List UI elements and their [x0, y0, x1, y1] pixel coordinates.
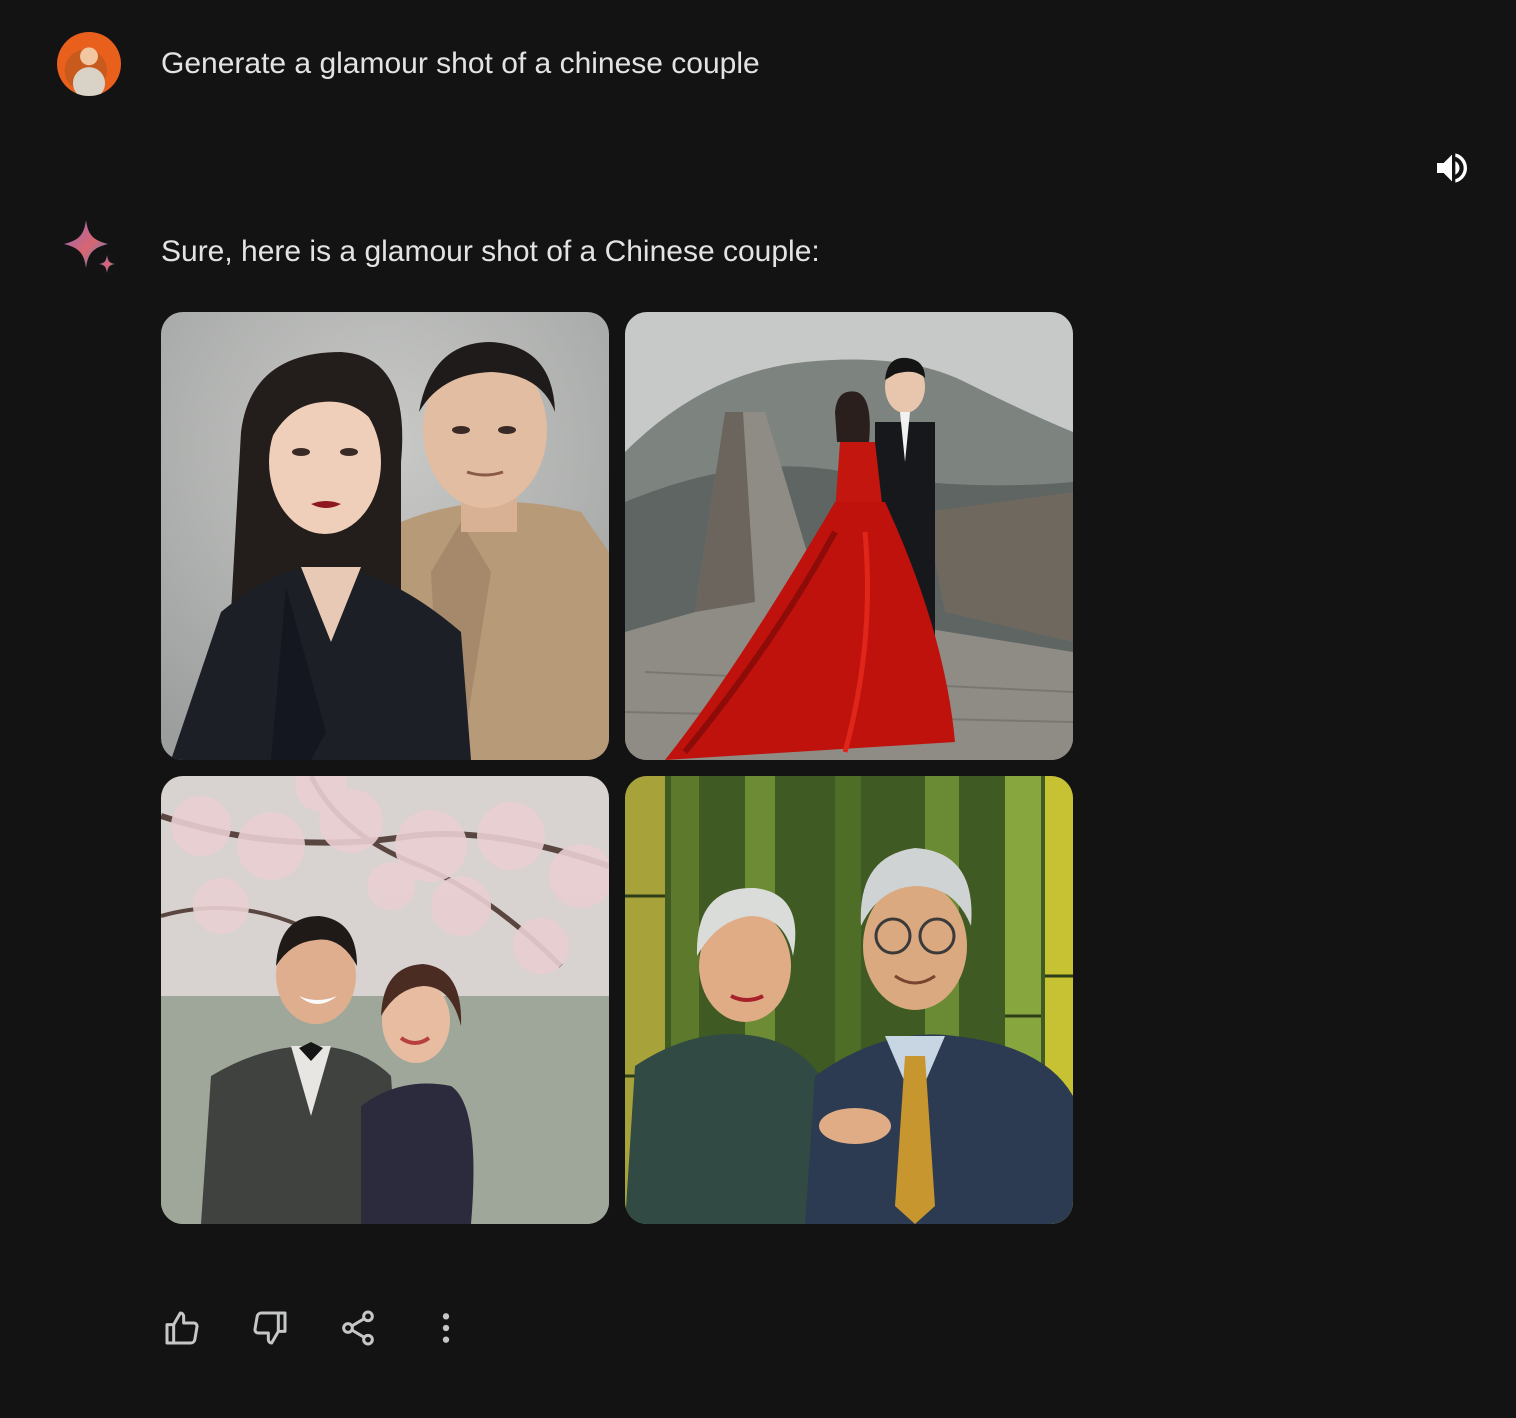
image-bamboo-couple [625, 776, 1073, 1224]
thumb-up-button[interactable] [156, 1302, 208, 1354]
chat-page: Generate a glamour shot of a chinese cou… [0, 0, 1516, 1418]
thumb-down-icon [253, 1311, 287, 1345]
image-great-wall-couple [625, 312, 1073, 760]
sparkle-icon [64, 220, 115, 273]
share-button[interactable] [332, 1302, 384, 1354]
response-actions [156, 1302, 508, 1354]
user-avatar[interactable] [57, 32, 121, 96]
more-options-button[interactable] [420, 1302, 472, 1354]
generated-image-3[interactable] [161, 776, 609, 1224]
more-vertical-icon [442, 1313, 450, 1343]
listen-button[interactable] [1428, 144, 1476, 192]
generated-image-2[interactable] [625, 312, 1073, 760]
volume-up-icon [1437, 153, 1467, 183]
image-studio-couple [161, 312, 609, 760]
thumb-down-button[interactable] [244, 1302, 296, 1354]
image-cherry-blossom-couple [161, 776, 609, 1224]
generated-image-4[interactable] [625, 776, 1073, 1224]
user-prompt: Generate a glamour shot of a chinese cou… [161, 47, 760, 80]
image-grid [161, 312, 1073, 1224]
generated-image-1[interactable] [161, 312, 609, 760]
thumb-up-icon [165, 1311, 199, 1345]
response-text: Sure, here is a glamour shot of a Chines… [161, 235, 820, 268]
share-icon [342, 1310, 374, 1346]
